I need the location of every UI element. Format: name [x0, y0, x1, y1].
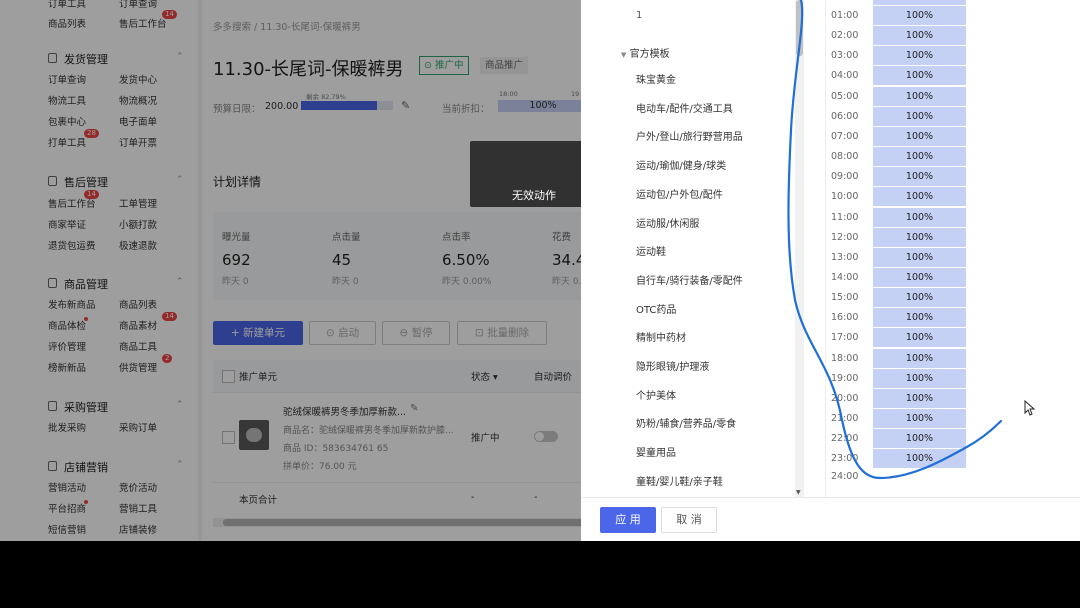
annotation-stroke — [787, 0, 1003, 480]
annotation-path — [787, 0, 1003, 480]
stage: 订单工具 订单查询 商品列表 售后工作台 14 发货管理 ⌃ 订单查询 发货中心 物流工具 物流概况… — [0, 0, 1080, 541]
bottom-black-bar — [0, 541, 1080, 608]
cursor-arrow-icon — [1024, 400, 1036, 416]
